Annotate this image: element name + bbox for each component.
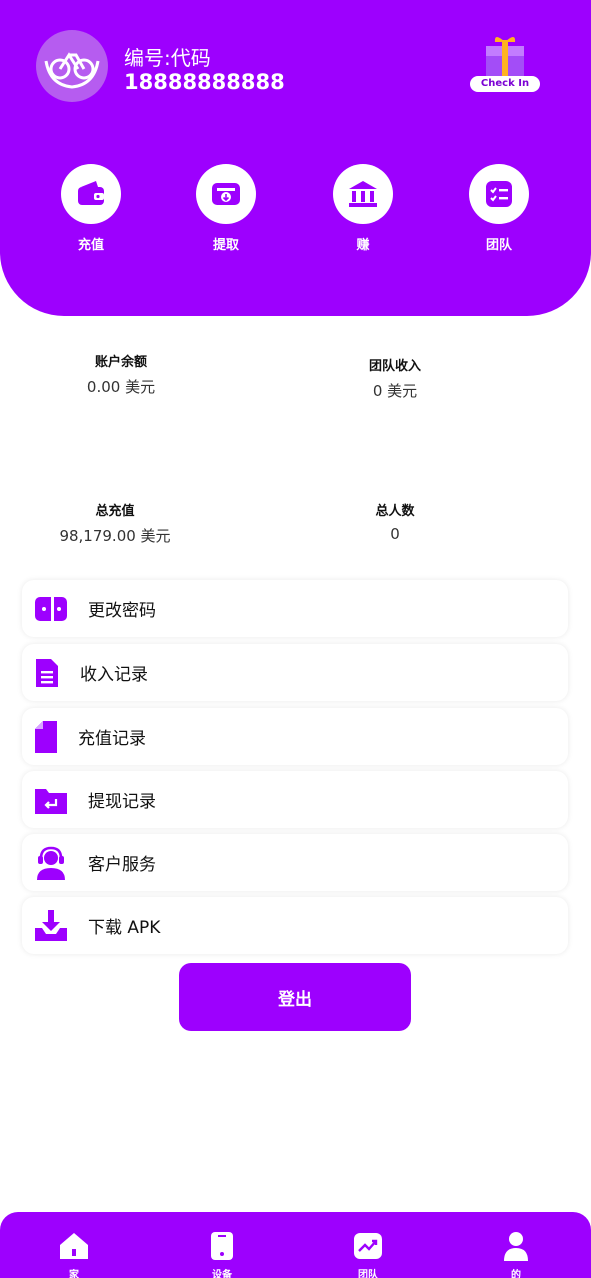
nav-item-home[interactable]: 家	[34, 1230, 114, 1278]
menu-change-password-label: 更改密码	[88, 601, 156, 621]
stat-balance-value: 0.00 美元	[86, 378, 156, 396]
document-icon	[36, 658, 58, 687]
nav-item-device[interactable]: 设备	[182, 1230, 262, 1278]
nav-item-profile[interactable]: 的	[476, 1230, 556, 1278]
user-id-label: 编号:代码	[124, 46, 211, 70]
nav-device-label: 设备	[212, 1270, 232, 1278]
menu-change-password[interactable]: 更改密码	[22, 580, 568, 637]
nav-item-team[interactable]: 团队	[328, 1230, 408, 1278]
action-withdraw-label: 提取	[212, 238, 239, 253]
checkin-button[interactable]: Check In	[470, 32, 540, 92]
nav-home-label: 家	[69, 1270, 79, 1278]
profile-icon	[504, 1232, 528, 1261]
action-recharge-label: 充值	[77, 238, 104, 253]
stat-team-income-value: 0 美元	[372, 382, 418, 400]
checkin-label: Check In	[470, 76, 540, 92]
menu-download-apk[interactable]: 下载 APK	[22, 897, 568, 954]
stat-total-people: 总人数 0	[295, 500, 495, 543]
logout-button[interactable]: 登出	[179, 963, 411, 1031]
profile-header: 编号:代码 18888888888 Check In 充值 提取 赚 团队	[0, 0, 591, 316]
bank-icon	[349, 181, 377, 207]
download-icon	[35, 909, 67, 941]
support-agent-icon	[37, 846, 65, 880]
bottom-nav: 家 设备 团队 的	[0, 1212, 591, 1278]
stat-total-people-label: 总人数	[375, 504, 415, 519]
action-team-label: 团队	[485, 238, 512, 253]
stat-total-recharge-label: 总充值	[95, 504, 135, 519]
menu-income-records-label: 收入记录	[80, 665, 148, 685]
menu-customer-service[interactable]: 客户服务	[22, 834, 568, 891]
stat-total-people-value: 0	[390, 525, 400, 543]
action-earn-label: 赚	[356, 238, 370, 253]
action-earn[interactable]: 赚	[318, 164, 408, 253]
menu-income-records[interactable]: 收入记录	[22, 644, 568, 701]
wallet-icon	[78, 181, 104, 205]
withdraw-icon	[212, 183, 240, 205]
folder-icon	[35, 788, 67, 814]
bicycle-logo-icon	[44, 52, 100, 89]
file-icon	[35, 720, 57, 753]
stat-balance-label: 账户余额	[94, 355, 147, 370]
user-phone: 18888888888	[124, 70, 285, 94]
home-icon	[60, 1233, 88, 1259]
device-icon	[211, 1232, 233, 1260]
action-team[interactable]: 团队	[454, 164, 544, 253]
action-recharge[interactable]: 充值	[46, 164, 136, 253]
nav-team-label: 团队	[358, 1270, 378, 1278]
stat-total-recharge: 总充值 98,179.00 美元	[15, 500, 215, 546]
gift-icon	[486, 37, 524, 80]
stat-total-recharge-value: 98,179.00 美元	[59, 527, 171, 545]
stat-team-income-label: 团队收入	[368, 359, 421, 374]
stat-team-income: 团队收入 0 美元	[295, 355, 495, 401]
stat-balance: 账户余额 0.00 美元	[21, 351, 221, 397]
menu-withdraw-records-label: 提现记录	[88, 792, 156, 812]
checklist-icon	[486, 181, 512, 207]
action-withdraw[interactable]: 提取	[181, 164, 271, 253]
menu-customer-service-label: 客户服务	[88, 855, 156, 875]
password-icon	[35, 593, 67, 624]
menu-download-apk-label: 下载 APK	[88, 918, 161, 938]
avatar[interactable]	[36, 30, 108, 102]
menu-withdraw-records[interactable]: 提现记录	[22, 771, 568, 828]
nav-profile-label: 的	[511, 1270, 521, 1278]
menu-recharge-records[interactable]: 充值记录	[22, 708, 568, 765]
menu-recharge-records-label: 充值记录	[78, 729, 146, 749]
chart-icon	[354, 1233, 382, 1259]
